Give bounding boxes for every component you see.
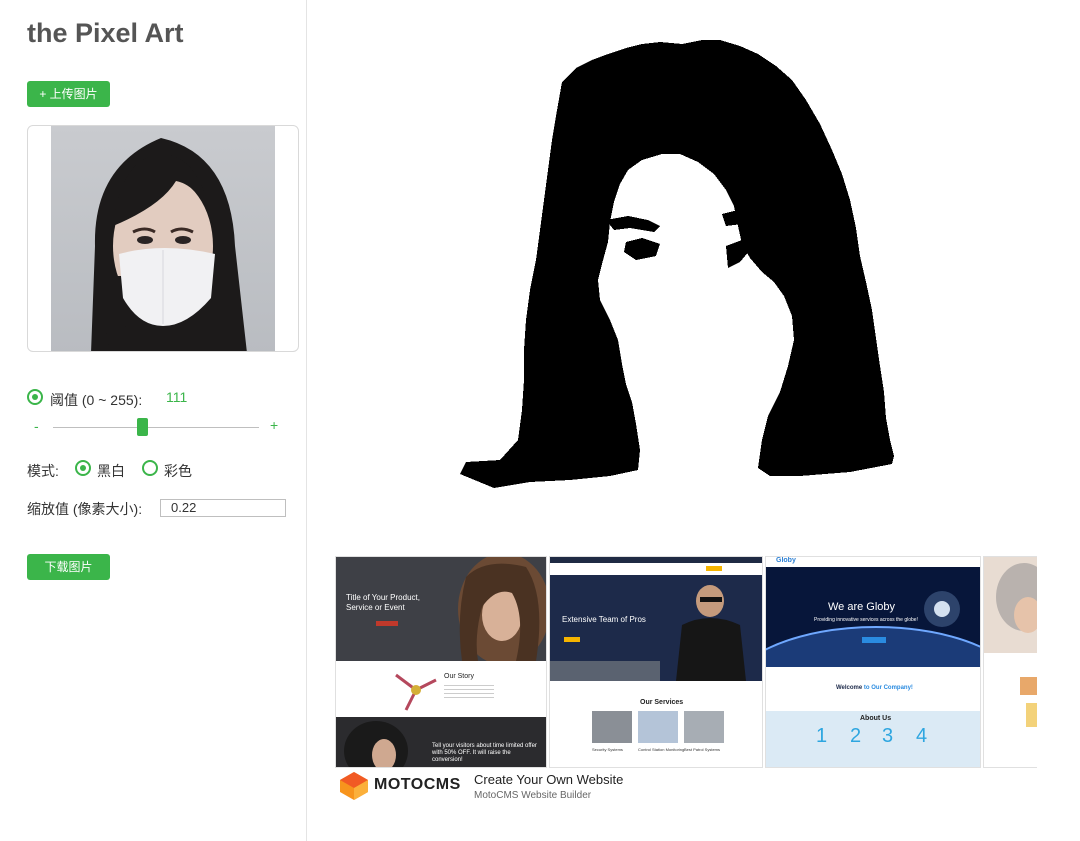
tile4-product [1020,677,1037,727]
tile4-photo-top [984,557,1037,653]
tile1-text-lines [444,685,494,701]
about-number-3: 3 [882,725,894,747]
slider-decrease[interactable]: - [34,418,39,434]
service-label-3: Best Patrol Systems [684,747,721,752]
threshold-slider-thumb[interactable] [137,418,149,436]
tile2-services: Our Services Security Systems Control St… [550,681,762,767]
jewelry-icon [395,673,437,711]
slider-increase[interactable]: + [270,417,278,433]
tile2-nav-cta [706,566,722,571]
ad-template-tile-1[interactable]: Title of Your Product, Service or Event … [335,556,547,768]
tile3-welcome-suffix: to Our Company! [863,685,913,691]
mode-label: 模式: [27,463,59,479]
tile1-section: Our Story [444,673,474,680]
tile1-hero: Title of Your Product, Service or Event [336,557,546,665]
tile3-hero: We are Globy Providing innovative servic… [766,567,980,767]
tile1-cta [376,621,398,626]
tile2-hero-photo [550,585,746,681]
ad-template-tile-2[interactable]: Extensive Team of Pros Our Services Secu… [549,556,763,768]
about-number-4: 4 [916,725,928,747]
threshold-label: 阈值 (0 ~ 255): [50,392,143,408]
tile1-story: Our Story [336,661,546,717]
control-panel: the Pixel Art + 上传图片 阈值 (0 ~ 255): 111 -… [0,0,307,841]
motocms-logo-icon [340,772,368,800]
source-image-preview [27,125,299,352]
about-number-2: 2 [850,725,862,747]
tile1-promo-text: Tell your visitors about time limited of… [432,743,537,763]
tile4-photo-bottom [984,667,1037,737]
app-title: the Pixel Art [27,18,184,48]
website-builder-ad[interactable]: Title of Your Product, Service or Event … [335,556,1037,768]
ad-subtitle: MotoCMS Website Builder [474,790,592,801]
scale-label: 缩放值 (像素大小): [27,501,143,517]
ad-brand: MOTOCMS [374,776,461,793]
tile3-brand: Globy [776,557,796,564]
pixel-art-output [330,20,1050,520]
tile3-tagline: Providing innovative services across the… [814,617,918,623]
ad-footer[interactable]: MOTOCMS Create Your Own Website MotoCMS … [338,770,758,806]
service-label-1: Security Systems [592,747,623,752]
mode-radio-color[interactable] [142,460,158,476]
mode-radio-bw[interactable] [75,460,91,476]
tile4-photo [996,563,1037,633]
threshold-radio[interactable] [27,389,43,405]
tile1-promo-photo [344,721,408,767]
threshold-value: 111 [166,389,188,405]
tile2-hero: Extensive Team of Pros [550,575,762,681]
about-number-1: 1 [816,725,828,747]
tile3-nav: Globy [766,557,980,567]
upload-image-button[interactable]: + 上传图片 [27,81,110,107]
mode-option-bw[interactable]: 黑白 [97,461,125,481]
tile3-section: About Us [860,715,892,722]
ad-template-tile-3[interactable]: Globy We are Globy Providing innovative … [765,556,981,768]
tile3-welcome-text: Welcome to Our Company! [836,685,913,691]
tile3-welcome: Welcome to Our Company! [766,667,980,711]
ad-template-tile-4[interactable] [983,556,1037,768]
tile2-heading: Extensive Team of Pros [562,615,646,624]
tile3-welcome-prefix: Welcome [836,685,863,691]
service-image-3 [684,711,724,743]
tile3-about: About Us 1 2 3 4 [766,711,980,767]
tile3-heading: We are Globy [828,601,896,613]
tile3-cta [862,637,886,643]
source-photo [51,126,275,351]
tile1-heading: Title of Your Product, Service or Event [346,593,420,612]
tile1-promo: Tell your visitors about time limited of… [336,717,546,767]
mode-option-color[interactable]: 彩色 [164,461,192,481]
scale-input[interactable]: 0.22 [160,499,286,517]
service-label-2: Control Station Monitoring [638,747,685,752]
tile2-nav [550,563,762,575]
tile2-cta [564,637,580,642]
pixel-art-canvas [460,40,894,488]
ad-title: Create Your Own Website [474,772,624,787]
tile2-section: Our Services [640,699,684,706]
service-image-1 [592,711,632,743]
service-image-2 [638,711,678,743]
threshold-slider[interactable] [53,427,259,428]
download-image-button[interactable]: 下载图片 [27,554,110,580]
